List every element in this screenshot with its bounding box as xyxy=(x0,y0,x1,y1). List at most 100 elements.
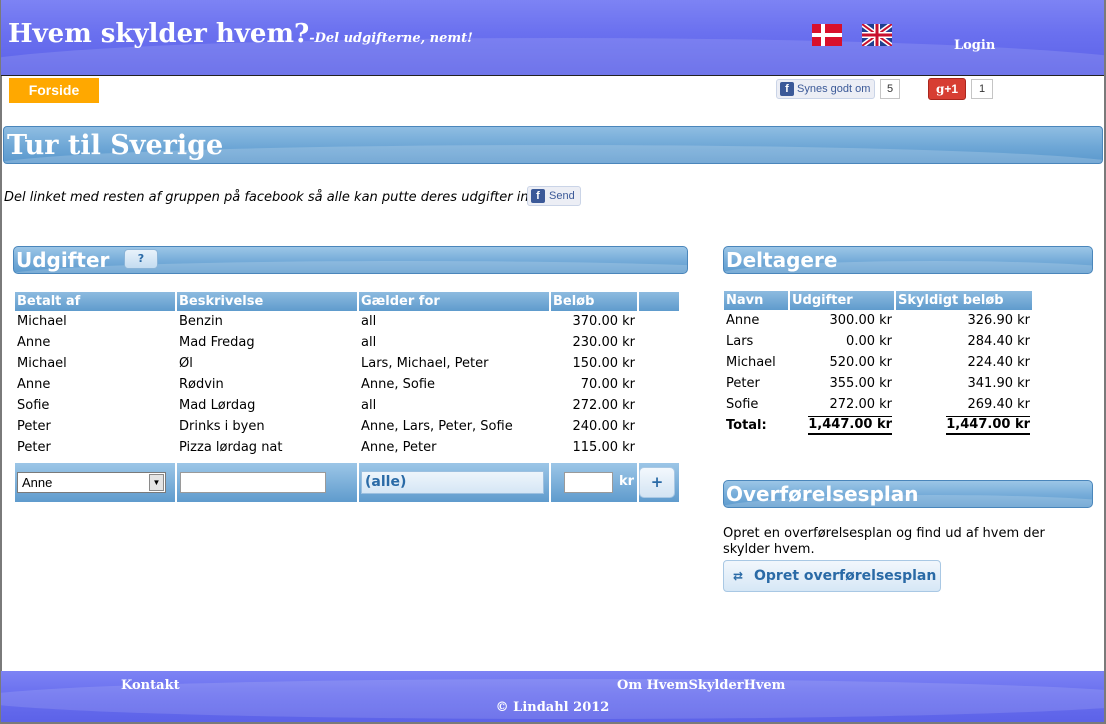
action-cell xyxy=(639,374,679,395)
expenses-table: Betalt af Beskrivelse Gælder for Beløb M… xyxy=(13,292,681,458)
description-cell: Mad Lørdag xyxy=(179,398,256,413)
payer-cell: Peter xyxy=(17,440,51,455)
column-header-owed: Skyldigt beløb xyxy=(896,291,1032,310)
copyright-text: © Lindahl 2012 xyxy=(495,700,610,715)
participant-owed-cell: 224.40 kr xyxy=(967,355,1031,370)
about-link[interactable]: Om HvemSkylderHvem xyxy=(617,678,785,693)
create-transfer-plan-button[interactable]: ⇄ Opret overførelsesplan xyxy=(723,560,941,592)
applies-to-cell: Lars, Michael, Peter xyxy=(361,356,489,371)
exchange-icon: ⇄ xyxy=(733,569,744,583)
help-button[interactable]: ? xyxy=(124,249,158,269)
payer-cell: Anne xyxy=(17,377,51,392)
total-expenses: 1,447.00 kr xyxy=(808,416,892,435)
table-row: Peter 355.00 kr 341.90 kr xyxy=(724,373,1032,394)
page-title-banner: Tur til Sverige xyxy=(3,126,1103,164)
description-input[interactable] xyxy=(180,472,326,493)
uk-flag-icon[interactable] xyxy=(862,24,892,46)
participant-name-cell: Sofie xyxy=(726,397,759,412)
contact-link[interactable]: Kontakt xyxy=(121,678,180,693)
action-cell xyxy=(639,353,679,374)
transfer-plan-description: Opret en overførelsesplan og find ud af … xyxy=(723,526,1045,557)
new-expense-row: Anne ▼ (alle) kr + xyxy=(13,463,679,502)
column-header-amount: Beløb xyxy=(551,292,637,311)
google-plus-count: 1 xyxy=(971,79,993,99)
facebook-send-label: Send xyxy=(549,190,575,202)
site-footer: Kontakt Om HvemSkylderHvem © Lindahl 201… xyxy=(1,671,1104,722)
transfer-plan-title: Overførelsesplan xyxy=(726,482,919,506)
payer-cell: Sofie xyxy=(17,398,50,413)
table-row: Peter Pizza lørdag nat Anne, Peter 115.0… xyxy=(15,437,679,458)
amount-cell: 230.00 kr xyxy=(572,335,636,350)
participant-expenses-cell: 520.00 kr xyxy=(829,355,893,370)
expenses-header: Udgifter ? xyxy=(13,246,688,274)
description-cell: Pizza lørdag nat xyxy=(179,440,283,455)
description-cell: Øl xyxy=(179,356,193,371)
payer-select-value: Anne xyxy=(22,475,53,490)
action-cell xyxy=(639,395,679,416)
participant-owed-cell: 341.90 kr xyxy=(967,376,1031,391)
column-header-actions xyxy=(639,292,679,311)
google-plus-button[interactable]: g+1 xyxy=(928,78,966,100)
amount-cell: 370.00 kr xyxy=(572,314,636,329)
expenses-title: Udgifter xyxy=(16,248,110,272)
amount-cell: 115.00 kr xyxy=(572,440,636,455)
google-plus-label: +1 xyxy=(944,82,959,96)
amount-cell: 150.00 kr xyxy=(572,356,636,371)
participants-title: Deltagere xyxy=(726,248,838,272)
table-row: Sofie 272.00 kr 269.40 kr xyxy=(724,394,1032,415)
participant-owed-cell: 326.90 kr xyxy=(967,313,1031,328)
table-row: Anne 300.00 kr 326.90 kr xyxy=(724,310,1032,331)
table-row: Michael 520.00 kr 224.40 kr xyxy=(724,352,1032,373)
participant-name-cell: Michael xyxy=(726,355,776,370)
participant-owed-cell: 269.40 kr xyxy=(967,397,1031,412)
login-link[interactable]: Login xyxy=(954,38,995,53)
participants-header-row: Navn Udgifter Skyldigt beløb xyxy=(724,291,1032,310)
facebook-like-button[interactable]: f Synes godt om xyxy=(776,79,876,99)
page-title: Tur til Sverige xyxy=(7,130,224,161)
participants-table: Navn Udgifter Skyldigt beløb Anne 300.00… xyxy=(722,291,1034,436)
description-cell: Mad Fredag xyxy=(179,335,255,350)
create-transfer-plan-label: Opret overførelsesplan xyxy=(754,568,937,584)
amount-cell: 272.00 kr xyxy=(572,398,636,413)
column-header-payer: Betalt af xyxy=(15,292,175,311)
applies-to-cell: all xyxy=(361,314,377,329)
description-cell: Drinks i byen xyxy=(179,419,265,434)
table-row: Peter Drinks i byen Anne, Lars, Peter, S… xyxy=(15,416,679,437)
forside-button[interactable]: Forside xyxy=(9,78,99,103)
facebook-send-button[interactable]: f Send xyxy=(527,186,581,206)
applies-to-cell: all xyxy=(361,335,377,350)
expenses-header-row: Betalt af Beskrivelse Gælder for Beløb xyxy=(15,292,679,311)
amount-input[interactable] xyxy=(564,472,613,493)
amount-cell: 70.00 kr xyxy=(580,377,635,392)
participant-name-cell: Lars xyxy=(726,334,754,349)
facebook-icon: f xyxy=(531,189,545,203)
payer-cell: Michael xyxy=(17,314,67,329)
table-row: Anne Mad Fredag all 230.00 kr xyxy=(15,332,679,353)
applies-to-cell: Anne, Sofie xyxy=(361,377,436,392)
action-cell xyxy=(639,437,679,458)
chevron-down-icon[interactable]: ▼ xyxy=(149,474,164,491)
site-header: Hvem skylder hvem?-Del udgifterne, nemt!… xyxy=(1,0,1104,76)
transfer-plan-header: Overførelsesplan xyxy=(723,480,1093,508)
add-expense-button[interactable]: + xyxy=(639,467,675,498)
column-header-expenses: Udgifter xyxy=(790,291,894,310)
site-title[interactable]: Hvem skylder hvem?-Del udgifterne, nemt! xyxy=(8,19,473,49)
danish-flag-icon[interactable] xyxy=(812,24,842,46)
applies-to-input[interactable]: (alle) xyxy=(361,471,544,494)
participant-expenses-cell: 355.00 kr xyxy=(829,376,893,391)
participant-expenses-cell: 0.00 kr xyxy=(846,334,892,349)
participant-expenses-cell: 272.00 kr xyxy=(829,397,893,412)
currency-label: kr xyxy=(619,474,635,489)
facebook-icon: f xyxy=(780,82,794,96)
payer-cell: Peter xyxy=(17,419,51,434)
participant-name-cell: Peter xyxy=(726,376,760,391)
action-cell xyxy=(639,311,679,332)
site-title-text: Hvem skylder hvem? xyxy=(8,19,310,49)
action-cell xyxy=(639,416,679,437)
table-row: Anne Rødvin Anne, Sofie 70.00 kr xyxy=(15,374,679,395)
participants-header: Deltagere xyxy=(723,246,1093,274)
payer-select[interactable]: Anne ▼ xyxy=(17,472,166,493)
total-row: Total: 1,447.00 kr 1,447.00 kr xyxy=(724,415,1032,436)
applies-to-cell: Anne, Peter xyxy=(361,440,437,455)
participant-expenses-cell: 300.00 kr xyxy=(829,313,893,328)
